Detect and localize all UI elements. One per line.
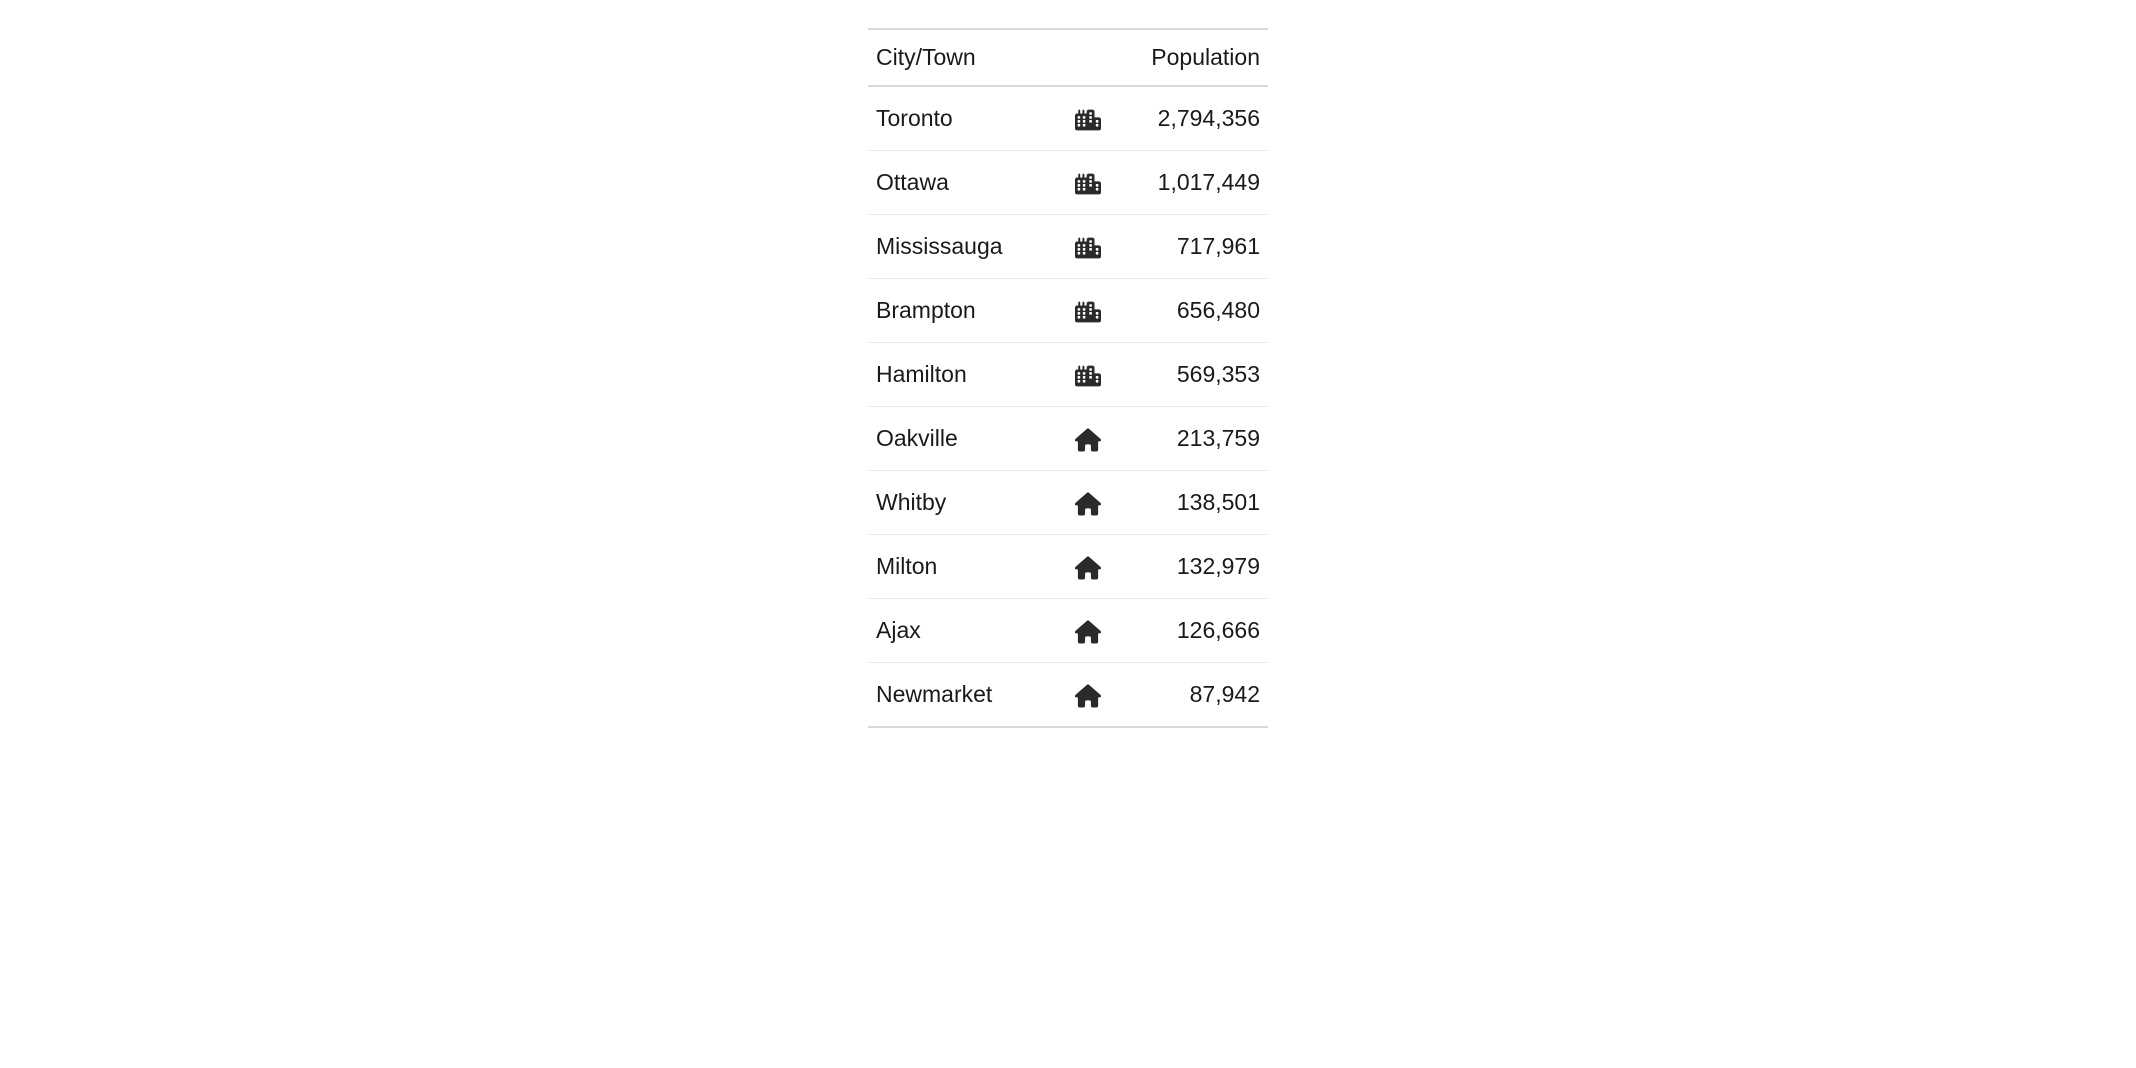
city-icon: [1068, 151, 1108, 215]
population-cell: 138,501: [1108, 471, 1268, 535]
table-row: Oakville 213,759: [868, 407, 1268, 471]
table-row: Whitby 138,501: [868, 471, 1268, 535]
city-cell: Oakville: [868, 407, 1068, 471]
house-icon: [1068, 599, 1108, 663]
population-cell: 213,759: [1108, 407, 1268, 471]
population-cell: 656,480: [1108, 279, 1268, 343]
table-row: Mississauga 717,961: [868, 215, 1268, 279]
table-row: Brampton 656,480: [868, 279, 1268, 343]
table-row: Milton 132,979: [868, 535, 1268, 599]
table-row: Hamilton 569,353: [868, 343, 1268, 407]
population-cell: 2,794,356: [1108, 86, 1268, 151]
population-table-container: City/Town Population Toronto2,794,356Ott…: [868, 28, 1268, 728]
population-cell: 87,942: [1108, 663, 1268, 728]
header-icon-spacer: [1068, 29, 1108, 86]
city-cell: Mississauga: [868, 215, 1068, 279]
population-cell: 132,979: [1108, 535, 1268, 599]
city-cell: Milton: [868, 535, 1068, 599]
table-body: Toronto2,794,356Ottawa1,017,449Mississau…: [868, 86, 1268, 727]
house-icon: [1068, 471, 1108, 535]
population-cell: 717,961: [1108, 215, 1268, 279]
header-city: City/Town: [868, 29, 1068, 86]
city-icon: [1068, 86, 1108, 151]
header-population: Population: [1108, 29, 1268, 86]
house-icon: [1068, 407, 1108, 471]
population-cell: 569,353: [1108, 343, 1268, 407]
city-icon: [1068, 279, 1108, 343]
city-cell: Hamilton: [868, 343, 1068, 407]
city-icon: [1068, 343, 1108, 407]
city-cell: Ottawa: [868, 151, 1068, 215]
table-header-row: City/Town Population: [868, 29, 1268, 86]
city-cell: Ajax: [868, 599, 1068, 663]
table-row: Newmarket 87,942: [868, 663, 1268, 728]
table-row: Ajax 126,666: [868, 599, 1268, 663]
population-cell: 1,017,449: [1108, 151, 1268, 215]
house-icon: [1068, 535, 1108, 599]
city-cell: Toronto: [868, 86, 1068, 151]
city-icon: [1068, 215, 1108, 279]
population-cell: 126,666: [1108, 599, 1268, 663]
city-cell: Whitby: [868, 471, 1068, 535]
house-icon: [1068, 663, 1108, 728]
table-row: Ottawa 1,017,449: [868, 151, 1268, 215]
population-table: City/Town Population Toronto2,794,356Ott…: [868, 28, 1268, 728]
city-cell: Newmarket: [868, 663, 1068, 728]
city-cell: Brampton: [868, 279, 1068, 343]
table-row: Toronto 2,794,356: [868, 86, 1268, 151]
